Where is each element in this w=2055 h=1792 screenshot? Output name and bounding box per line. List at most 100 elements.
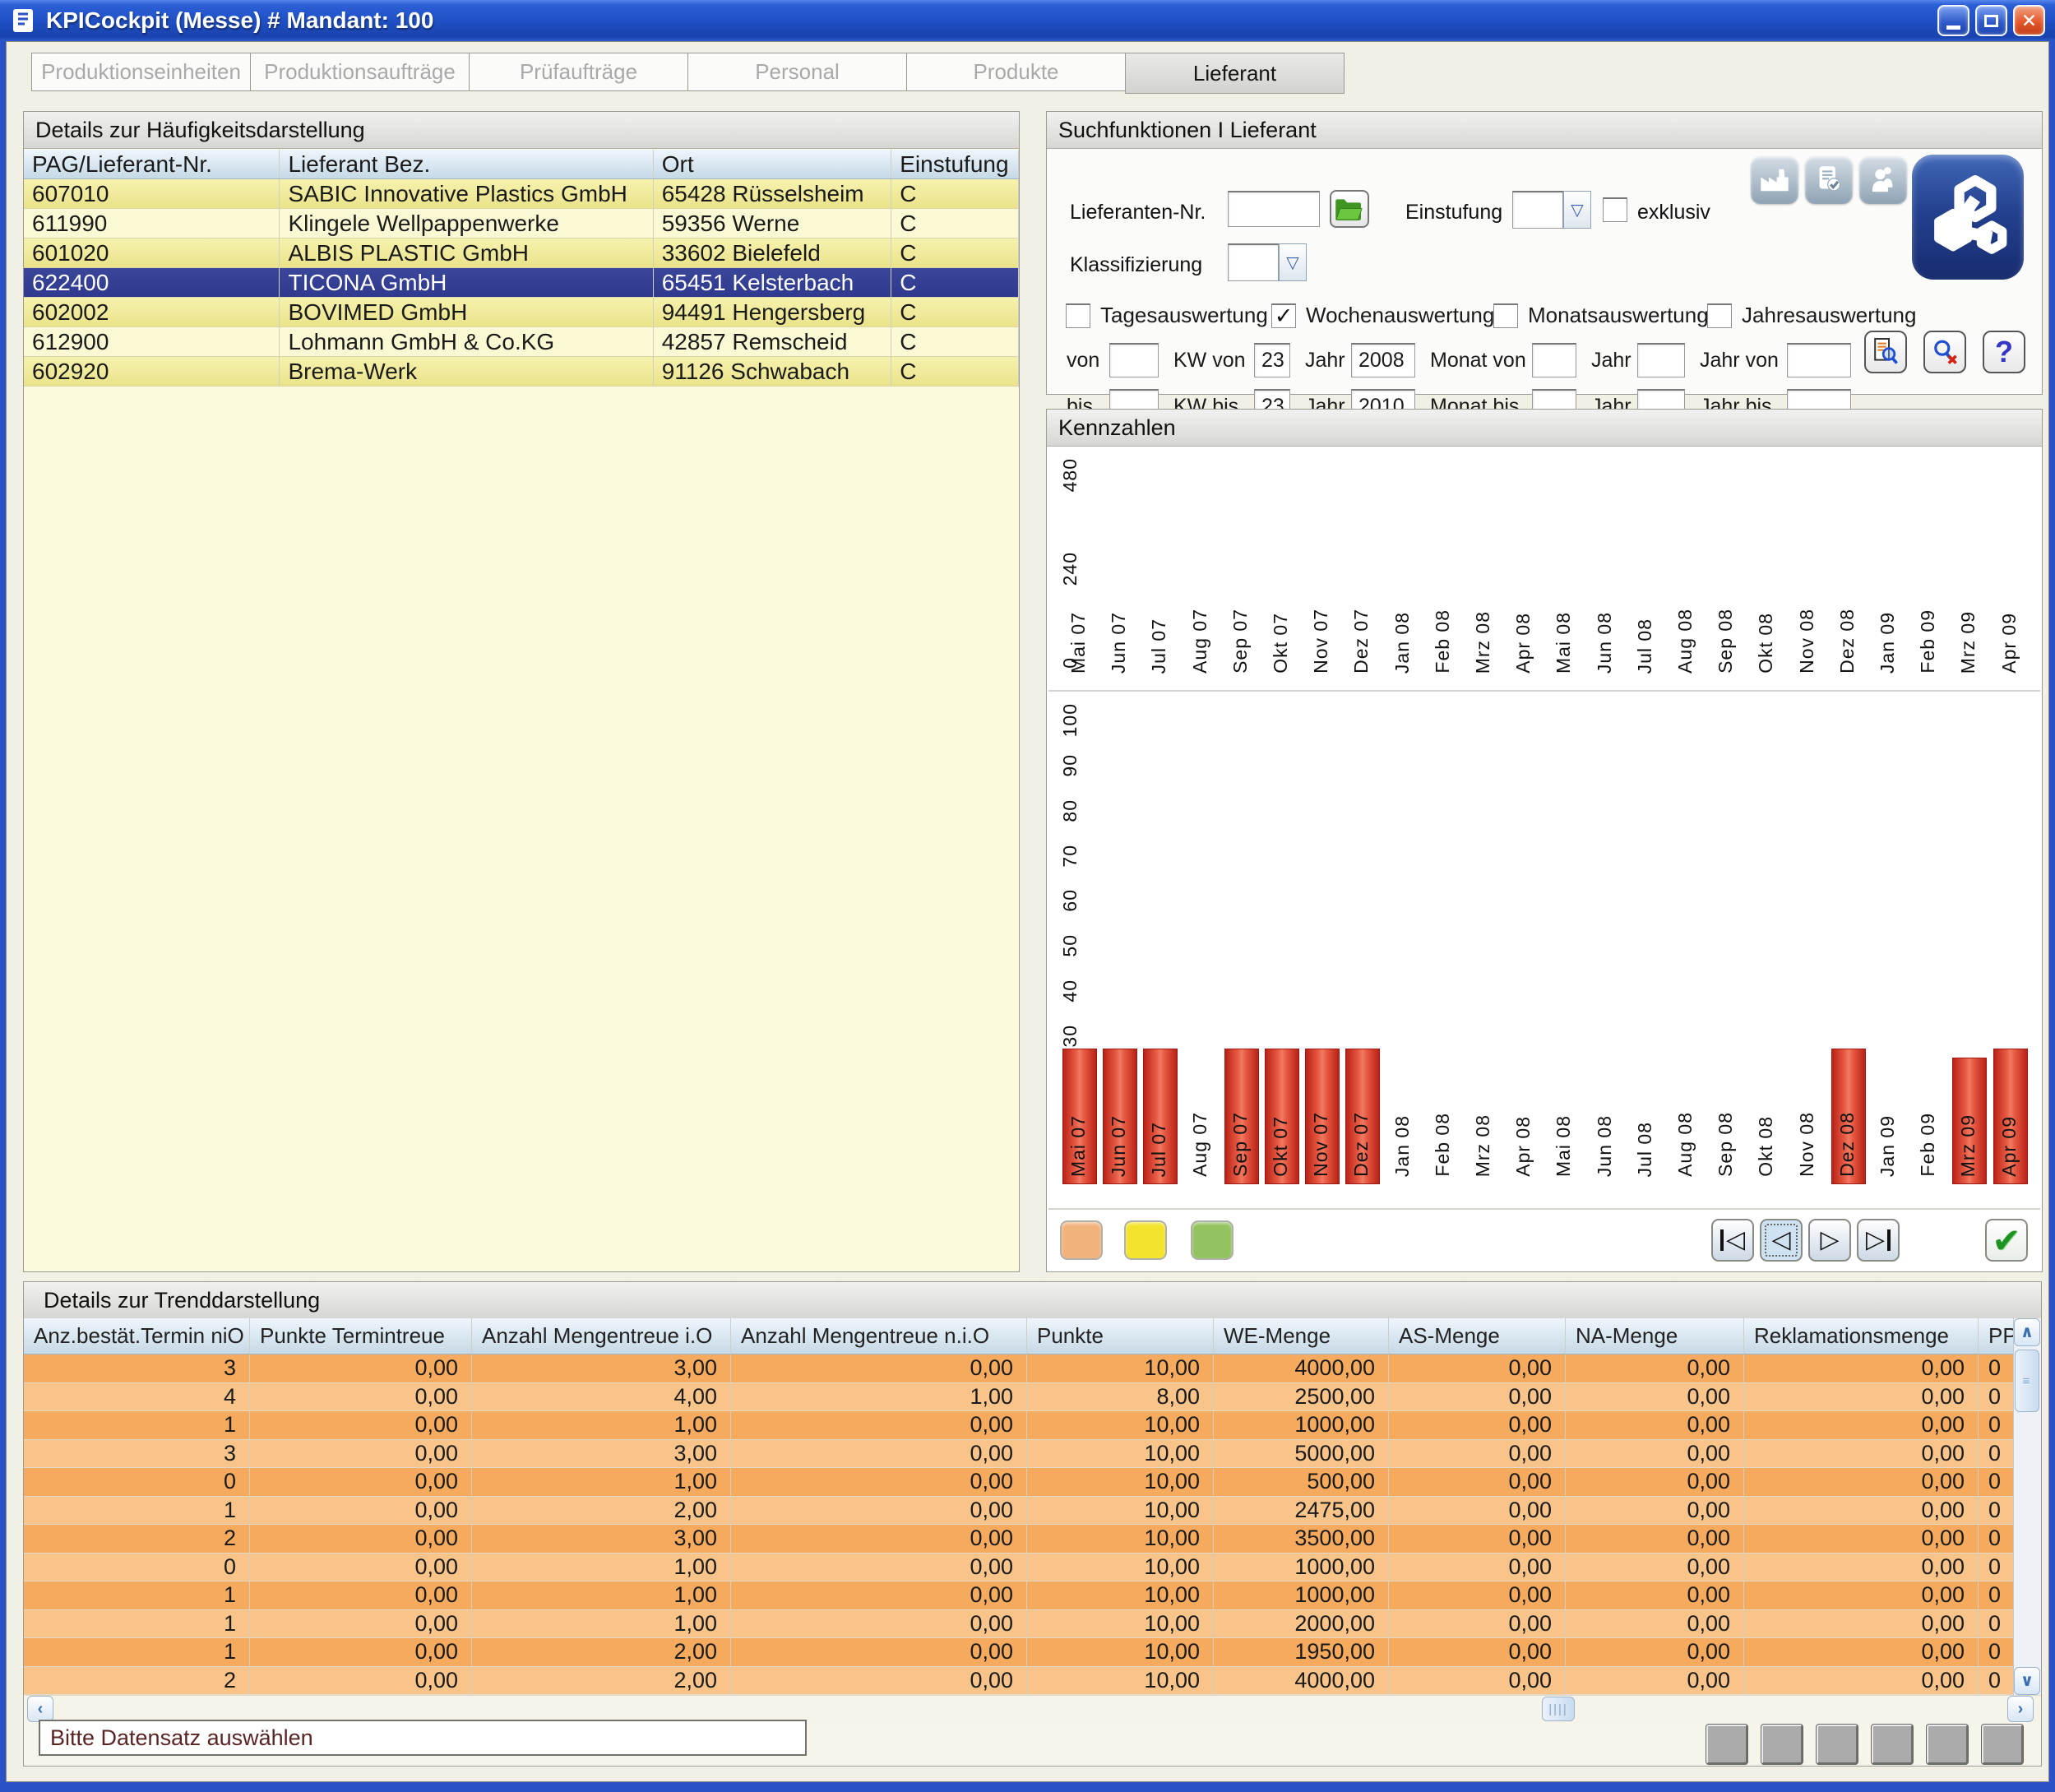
table-row[interactable]: 00,001,000,0010,001000,000,000,000,000 [24,1554,2015,1582]
table-cell: Brema-Werk [280,357,653,386]
help-button[interactable]: ? [1983,331,2025,373]
table-row[interactable]: 30,003,000,0010,004000,000,000,000,000 [24,1354,2015,1383]
column-header-anzahl-mengentreue-i-o[interactable]: Anzahl Mengentreue i.O [472,1318,731,1354]
minimize-button[interactable] [1937,5,1969,36]
column-header-punkte[interactable]: Punkte [1027,1318,1214,1354]
column-header-we-menge[interactable]: WE-Menge [1214,1318,1389,1354]
table-row[interactable]: 10,001,000,0010,001000,000,000,000,000 [24,1581,2015,1610]
checkbox-item-jahresauswertung: Jahresauswertung [1707,303,1916,328]
table-row[interactable]: 602002BOVIMED GmbH94491 HengersbergC [24,298,1019,327]
table-cell: 4000,00 [1214,1354,1389,1383]
x-tick-text: Feb 08 [1432,609,1454,674]
factory-button[interactable] [1751,156,1798,204]
table-row[interactable]: 611990Klingele Wellpappenwerke59356 Wern… [24,209,1019,238]
checkbox-monatsauswertung[interactable] [1493,303,1518,328]
table-row[interactable]: 30,003,000,0010,005000,000,000,000,000 [24,1440,2015,1469]
search-report-button[interactable] [1864,331,1907,373]
tab-produkte[interactable]: Produkte [906,53,1126,91]
report-check-button[interactable] [1805,156,1853,204]
checkbox-wochenauswertung[interactable]: ✓ [1271,303,1296,328]
x-axis-label: Sep 08 [1715,1112,1737,1181]
field-input-monat-von[interactable] [1532,343,1576,377]
column-header-einstufung[interactable]: Einstufung [891,150,1019,178]
tab-produktionsauftr-ge[interactable]: Produktionsaufträge [250,53,470,91]
column-header-ort[interactable]: Ort [654,150,892,178]
column-header-reklamationsmenge[interactable]: Reklamationsmenge [1744,1318,1979,1354]
table-row[interactable]: 40,004,001,008,002500,000,000,000,000 [24,1383,2015,1412]
tab-pr-fauftr-ge[interactable]: Prüfaufträge [469,53,688,91]
last-button[interactable]: ▷ [1857,1219,1900,1262]
first-button[interactable]: ◁ [1711,1219,1754,1262]
table-cell: 1,00 [731,1383,1027,1412]
factory-icon [1756,162,1793,198]
table-row[interactable]: 601020ALBIS PLASTIC GmbH33602 BielefeldC [24,238,1019,268]
footer-button[interactable] [1706,1725,1747,1764]
einstufung-select[interactable] [1512,191,1563,229]
scroll-down-button[interactable]: ∨ [2014,1667,2040,1695]
vertical-scroll-thumb[interactable]: ≡ [2015,1350,2039,1412]
field-input-von[interactable] [1109,343,1159,377]
legend-swatch-orange[interactable] [1060,1220,1103,1260]
column-header-pp[interactable]: PP [1979,1318,2015,1354]
field-input-jahr[interactable] [1637,343,1685,377]
column-header-pag-lieferant-nr[interactable]: PAG/Lieferant-Nr. [24,150,280,178]
column-header-anzahl-mengentreue-n-i-o[interactable]: Anzahl Mengentreue n.i.O [731,1318,1027,1354]
column-header-anz-best-t-termin-nio[interactable]: Anz.bestät.Termin niO [24,1318,250,1354]
einstufung-dropdown-button[interactable]: ▽ [1563,191,1591,229]
column-header-lieferant-bez[interactable]: Lieferant Bez. [280,150,653,178]
table-row[interactable]: 602920Brema-Werk91126 SchwabachC [24,357,1019,387]
scroll-right-button[interactable]: › [2007,1696,2034,1722]
open-supplier-button[interactable] [1330,190,1369,228]
column-header-na-menge[interactable]: NA-Menge [1566,1318,1744,1354]
tab-personal[interactable]: Personal [687,53,907,91]
table-cell: 0,00 [1389,1411,1566,1440]
previous-button[interactable]: ◁ [1760,1219,1803,1262]
maximize-button[interactable] [1975,5,2007,36]
klassifizierung-dropdown-button[interactable]: ▽ [1279,243,1307,281]
horizontal-scroll-thumb[interactable]: |||| [1542,1697,1575,1721]
field-input-jahr-von[interactable] [1787,343,1851,377]
table-row[interactable]: 10,001,000,0010,001000,000,000,000,000 [24,1411,2015,1440]
legend-swatch-yellow[interactable] [1124,1220,1167,1260]
checkbox-tagesauswertung[interactable] [1066,303,1090,328]
footer-button[interactable] [1817,1725,1858,1764]
x-axis-label: Mrz 09 [1957,1114,1979,1181]
table-row[interactable]: 20,003,000,0010,003500,000,000,000,000 [24,1525,2015,1554]
field-input-kw-von[interactable]: 23 [1254,343,1290,377]
table-row[interactable]: 10,001,000,0010,002000,000,000,000,000 [24,1610,2015,1639]
table-row[interactable]: 10,002,000,0010,001950,000,000,000,000 [24,1638,2015,1667]
klassifizierung-select[interactable] [1228,243,1279,281]
column-header-as-menge[interactable]: AS-Menge [1389,1318,1566,1354]
supplier-person-button[interactable] [1859,156,1907,204]
close-button[interactable]: ✕ [2013,5,2045,36]
table-cell: SABIC Innovative Plastics GmbH [280,179,653,208]
checkbox-jahresauswertung[interactable] [1707,303,1732,328]
footer-button[interactable] [1872,1725,1913,1764]
x-tick-text: Nov 07 [1310,1112,1332,1177]
footer-button[interactable] [1927,1725,1968,1764]
next-button[interactable]: ▷ [1808,1219,1851,1262]
tab-lieferant[interactable]: Lieferant [1125,53,1345,94]
table-row[interactable]: 20,002,000,0010,004000,000,000,000,000 [24,1667,2015,1696]
footer-button[interactable] [1761,1725,1803,1764]
table-row-selected[interactable]: 622400TICONA GmbH65451 KelsterbachC [24,268,1019,298]
scroll-left-button[interactable]: ‹ [27,1696,53,1722]
chevron-left-icon: ‹ [38,1701,44,1717]
exklusiv-checkbox[interactable] [1603,197,1627,222]
clear-search-button[interactable] [1923,331,1966,373]
confirm-button[interactable]: ✔ [1985,1219,2028,1262]
table-row[interactable]: 00,001,000,0010,00500,000,000,000,000 [24,1468,2015,1497]
scroll-up-button[interactable]: ∧ [2014,1318,2040,1346]
table-row[interactable]: 607010SABIC Innovative Plastics GmbH6542… [24,179,1019,209]
table-row[interactable]: 612900Lohmann GmbH & Co.KG42857 Remschei… [24,327,1019,357]
table-row[interactable]: 10,002,000,0010,002475,000,000,000,000 [24,1497,2015,1526]
supplier-module-button[interactable] [1912,155,2024,280]
tab-produktionseinheiten[interactable]: Produktionseinheiten [31,53,251,91]
legend-swatch-green[interactable] [1191,1220,1233,1260]
x-axis-label: Jan 09 [1877,1115,1899,1181]
x-tick-text: Dez 07 [1350,609,1372,674]
supplier-no-input[interactable] [1228,191,1320,227]
footer-button[interactable] [1982,1725,2023,1764]
column-header-punkte-termintreue[interactable]: Punkte Termintreue [250,1318,472,1354]
field-input-jahr[interactable]: 2008 [1351,343,1415,377]
